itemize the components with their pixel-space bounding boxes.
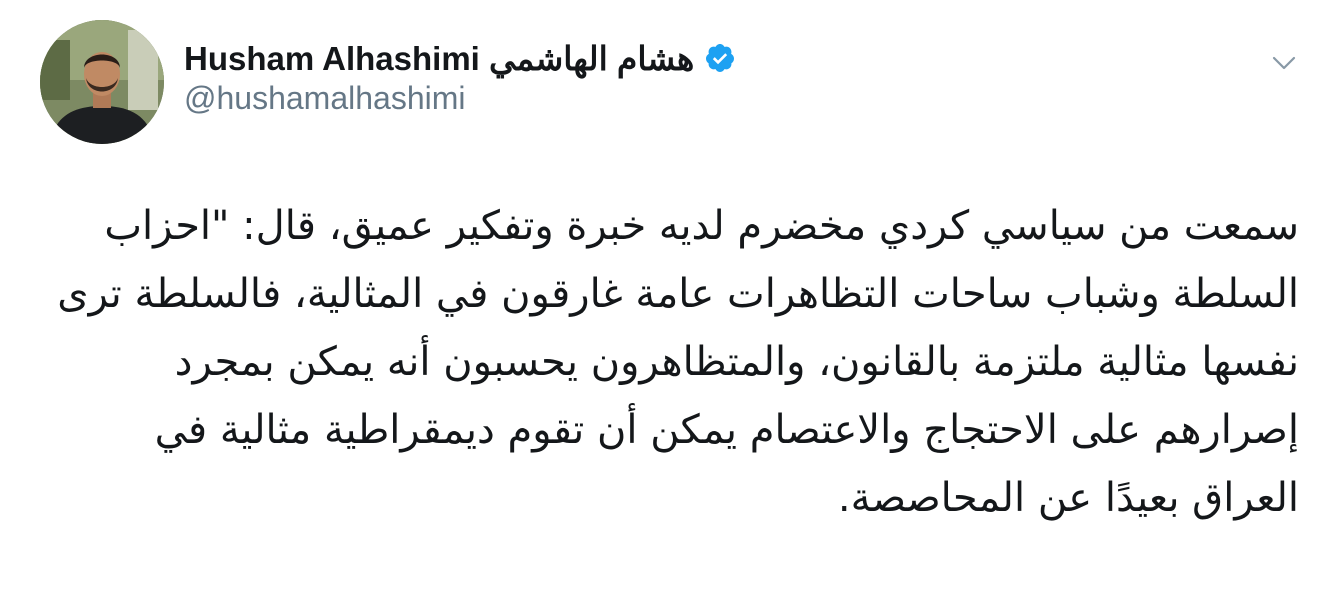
verified-badge-icon: [704, 42, 736, 74]
author-display-name[interactable]: Husham Alhashimi هشام الهاشمي: [184, 39, 694, 78]
avatar[interactable]: [40, 20, 164, 144]
profile-photo-icon: [40, 20, 164, 144]
author-name-row[interactable]: Husham Alhashimi هشام الهاشمي: [184, 36, 736, 80]
tweet-text: سمعت من سياسي كردي مخضرم لديه خبرة وتفكي…: [57, 203, 1299, 521]
chevron-down-icon[interactable]: [1271, 50, 1297, 76]
author-handle[interactable]: @hushamalhashimi: [184, 80, 466, 117]
